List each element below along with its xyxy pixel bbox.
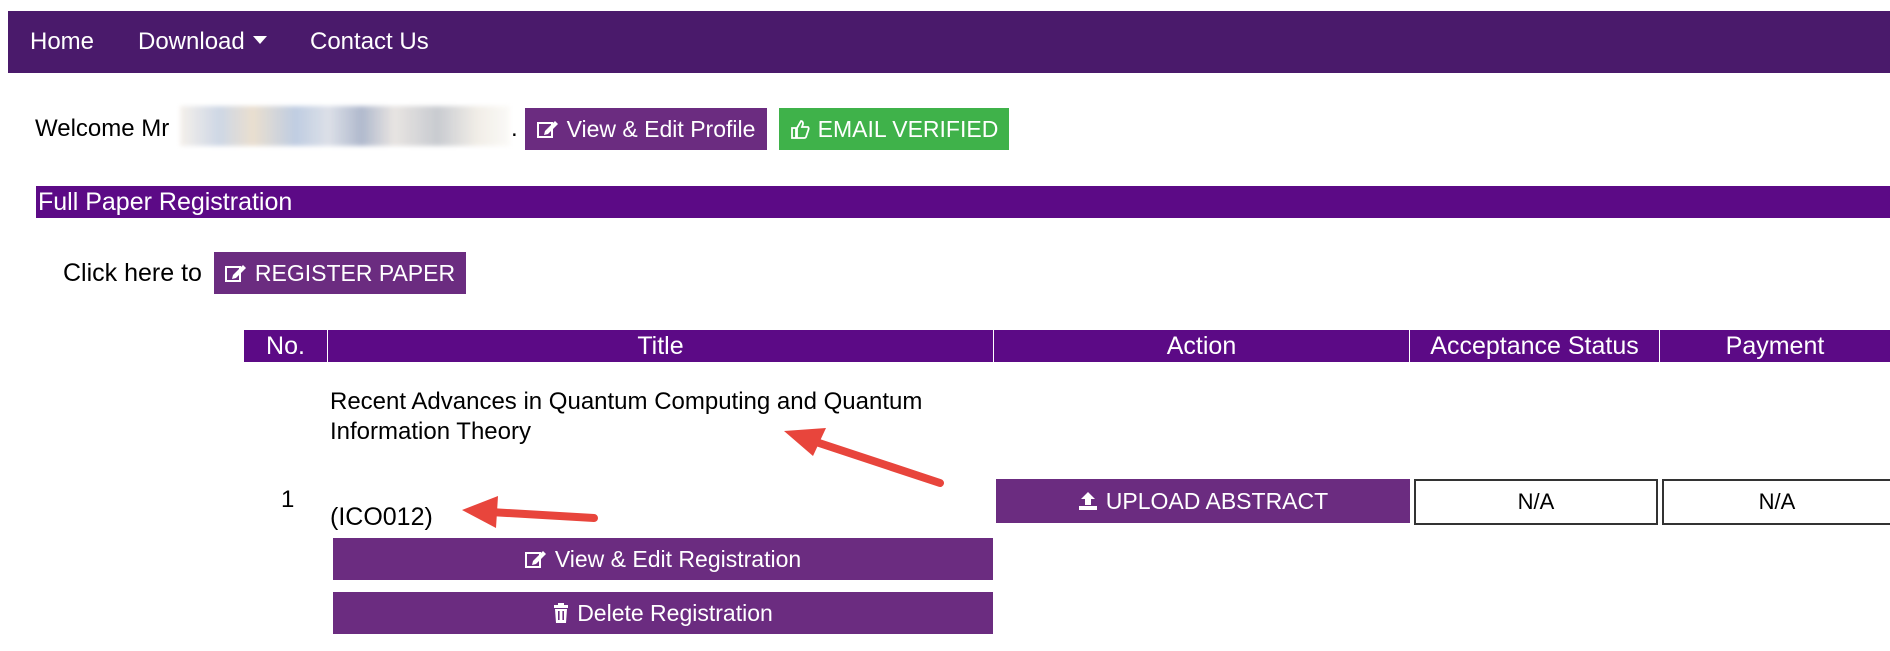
column-header-action: Action [994,330,1410,362]
nav-download-label: Download [138,28,245,55]
column-header-no: No. [244,330,328,362]
delete-registration-button[interactable]: Delete Registration [333,592,993,634]
nav-contact-link[interactable]: Contact Us [310,11,429,73]
payment-status-value: N/A [1662,479,1890,525]
section-title-bar: Full Paper Registration [36,186,1890,218]
column-header-payment: Payment [1660,330,1890,362]
paper-title: Recent Advances in Quantum Computing and… [330,388,923,445]
upload-abstract-label: UPLOAD ABSTRACT [1105,487,1329,514]
edit-icon [536,119,559,139]
top-navbar: Home Download Contact Us [8,11,1890,73]
view-edit-profile-button[interactable]: View & Edit Profile [525,108,767,150]
thumbs-up-icon [790,119,810,139]
register-paper-button[interactable]: REGISTER PAPER [214,252,466,294]
redacted-username [180,106,510,146]
nav-home-link[interactable]: Home [30,11,94,73]
nav-home-label: Home [30,28,95,55]
paper-code: (ICO012) [330,503,433,531]
column-header-acceptance-status: Acceptance Status [1410,330,1660,362]
view-edit-registration-label: View & Edit Registration [554,545,802,572]
row-number: 1 [281,486,295,513]
welcome-suffix: . [511,115,518,142]
register-paper-label: REGISTER PAPER [254,259,456,286]
acceptance-status-value: N/A [1414,479,1658,525]
nav-download-dropdown[interactable]: Download [138,11,267,73]
upload-abstract-button[interactable]: UPLOAD ABSTRACT [996,479,1410,523]
edit-icon [224,263,247,283]
caret-down-icon [252,35,267,44]
delete-registration-label: Delete Registration [577,599,773,626]
welcome-text: Welcome Mr [35,115,170,142]
register-prompt: Click here to [63,259,202,287]
nav-contact-label: Contact Us [310,28,429,55]
view-edit-registration-button[interactable]: View & Edit Registration [333,538,993,580]
annotation-arrow-code [462,496,598,528]
view-edit-profile-label: View & Edit Profile [566,115,756,142]
edit-icon [524,549,547,569]
trash-icon [553,603,569,623]
email-verified-badge: EMAIL VERIFIED [779,108,1009,150]
email-verified-label: EMAIL VERIFIED [817,115,999,142]
column-header-title: Title [328,330,994,362]
upload-icon [1078,491,1098,511]
